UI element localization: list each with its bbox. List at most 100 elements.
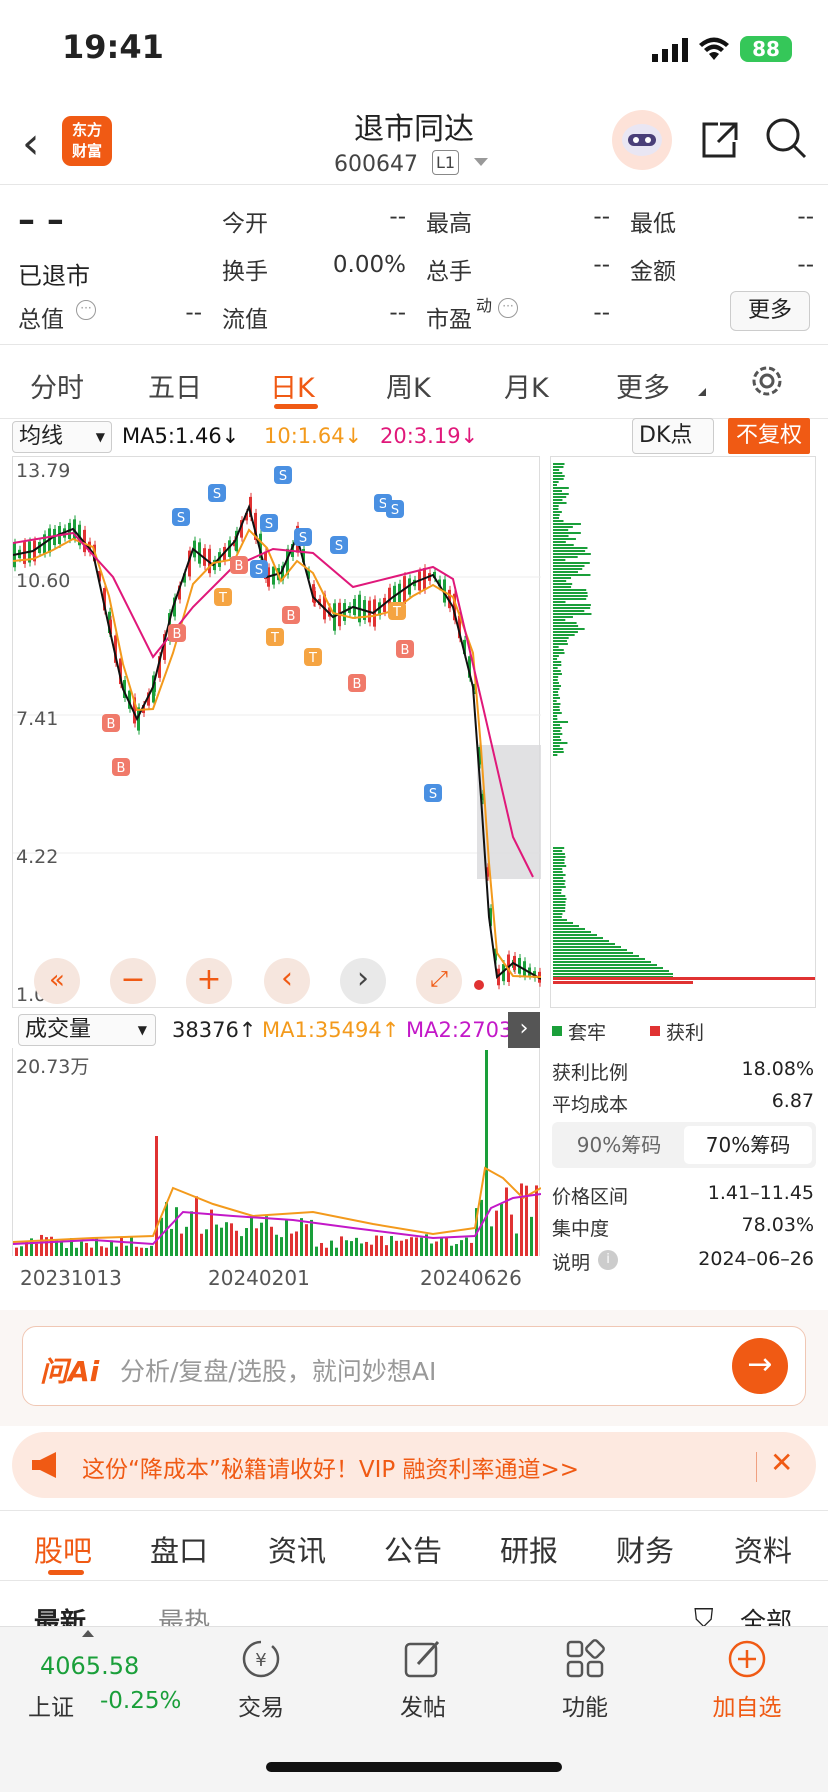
post-icon[interactable] [402, 1638, 444, 1684]
settings-icon[interactable] [748, 362, 786, 404]
tab-news[interactable]: 资讯 [268, 1528, 326, 1570]
adjust-button[interactable]: 不复权 [728, 418, 810, 454]
volume-bar [145, 1247, 148, 1256]
post-label[interactable]: 发帖 [386, 1688, 460, 1722]
tab-month-k[interactable]: 月K [504, 366, 549, 405]
chip-bar [553, 925, 579, 927]
chip-bar [553, 964, 657, 966]
volume-bar [330, 1240, 333, 1256]
level-badge[interactable]: L1 [432, 150, 460, 175]
add-watchlist-icon[interactable] [726, 1638, 768, 1684]
back-icon[interactable]: ‹ [22, 118, 40, 169]
tab-more-arrow-icon [698, 388, 706, 396]
home-indicator [266, 1762, 562, 1772]
volume-selector[interactable]: 成交量 ▼ [18, 1014, 156, 1046]
tab-week-k[interactable]: 周K [386, 366, 431, 405]
signal-letter: T [392, 605, 401, 620]
zoom-in-button[interactable]: + [186, 958, 232, 1004]
tab-intraday[interactable]: 分时 [30, 366, 84, 405]
tab-profile[interactable]: 资料 [734, 1528, 792, 1570]
trapped-legend: 套牢 [568, 1022, 607, 1044]
function-label[interactable]: 功能 [548, 1688, 622, 1722]
volume-bar [250, 1216, 253, 1256]
dropdown-arrow-icon: ▼ [95, 430, 105, 444]
total-value-value: -- [185, 300, 202, 326]
share-icon[interactable] [698, 118, 740, 164]
chip-bar-profit [553, 981, 693, 984]
info-icon[interactable]: ··· [76, 300, 96, 320]
tab-finance[interactable]: 财务 [616, 1528, 674, 1570]
volume-chart[interactable] [12, 1048, 541, 1256]
zoom-out-button[interactable]: − [110, 958, 156, 1004]
chip-bar [553, 859, 565, 861]
search-icon[interactable] [764, 116, 808, 164]
signal-letter: B [287, 609, 296, 624]
amount-value: -- [797, 252, 814, 278]
amount-label: 金额 [630, 259, 676, 285]
chip-bar [553, 742, 568, 744]
tab-research[interactable]: 研报 [500, 1528, 558, 1570]
dk-point-selector[interactable]: DK点 [632, 418, 714, 454]
chip-bar [553, 550, 586, 552]
stock-title: 退市同达 [354, 112, 474, 147]
volume-bar [385, 1245, 388, 1256]
chip-bar [553, 619, 566, 621]
tab-more[interactable]: 更多 [616, 366, 670, 405]
float-value-label: 流值 [222, 307, 268, 333]
fullscreen-button[interactable]: ⤢ [416, 958, 462, 1004]
total-hand-label: 总手 [426, 259, 472, 285]
trade-icon[interactable]: ¥ [238, 1638, 284, 1684]
chip-bar [553, 559, 566, 561]
index-name: 上证 [28, 1695, 74, 1721]
ai-submit-button[interactable]: → [732, 1338, 788, 1394]
chip-bar [553, 958, 645, 960]
avg-cost-label: 平均成本 [552, 1094, 629, 1116]
chip-bar [553, 472, 563, 474]
index-value[interactable]: 4065.58 [40, 1652, 139, 1680]
chip-bar [553, 520, 564, 522]
rewind-button[interactable]: « [34, 958, 80, 1004]
add-watchlist-label[interactable]: 加自选 [700, 1688, 794, 1722]
volume-bar [170, 1228, 173, 1256]
info-icon[interactable]: i [598, 1250, 618, 1270]
ai-input-placeholder[interactable]: 分析/复盘/选股，就问妙想AI [120, 1352, 436, 1388]
trade-label[interactable]: 交易 [224, 1688, 298, 1722]
open-label: 今开 [222, 211, 268, 237]
chip-bar [553, 601, 566, 603]
volume-bar [505, 1187, 508, 1256]
pe-superscript: 动 [476, 296, 493, 315]
chip-bar [553, 922, 573, 924]
volume-bar [235, 1230, 238, 1256]
low-label: 最低 [630, 211, 676, 237]
volume-bar [465, 1237, 468, 1256]
tab-pankou[interactable]: 盘口 [150, 1528, 208, 1570]
level-dropdown-icon[interactable] [474, 158, 488, 166]
wifi-icon [698, 36, 730, 66]
tab-five-day[interactable]: 五日 [148, 366, 202, 405]
function-icon[interactable] [564, 1638, 606, 1684]
tab-day-k[interactable]: 日K [270, 366, 315, 405]
tab-guba[interactable]: 股吧 [34, 1528, 92, 1570]
ma10-legend: 10:1.64↓ [264, 424, 363, 448]
volume-bar [65, 1247, 68, 1256]
robot-assistant-icon[interactable] [612, 110, 672, 170]
chip-bar [553, 682, 559, 684]
tab-announcement[interactable]: 公告 [384, 1528, 442, 1570]
high-label: 最高 [426, 211, 472, 237]
more-button[interactable]: 更多 [730, 291, 810, 331]
volume-bar [35, 1243, 38, 1256]
chip-bar [553, 631, 578, 633]
tab-chip-90[interactable]: 90%筹码 [556, 1126, 682, 1164]
chip-bar [553, 910, 566, 912]
info-icon[interactable]: ··· [498, 298, 518, 318]
close-icon[interactable]: ✕ [770, 1446, 793, 1479]
next-button[interactable]: › [340, 958, 386, 1004]
kline-chart[interactable]: SSSSSSSSSSBBBBBBBTTTT [12, 456, 541, 1008]
tab-chip-70[interactable]: 70%筹码 [684, 1126, 812, 1164]
volume-bar [405, 1239, 408, 1256]
chip-bar [553, 856, 566, 858]
indicator-selector[interactable]: 均线 ▼ [12, 421, 112, 453]
expand-arrow-icon[interactable]: › [508, 1012, 540, 1048]
prev-button[interactable]: ‹ [264, 958, 310, 1004]
notice-text[interactable]: 这份“降成本”秘籍请收好！VIP 融资利率通道>> [82, 1450, 579, 1484]
